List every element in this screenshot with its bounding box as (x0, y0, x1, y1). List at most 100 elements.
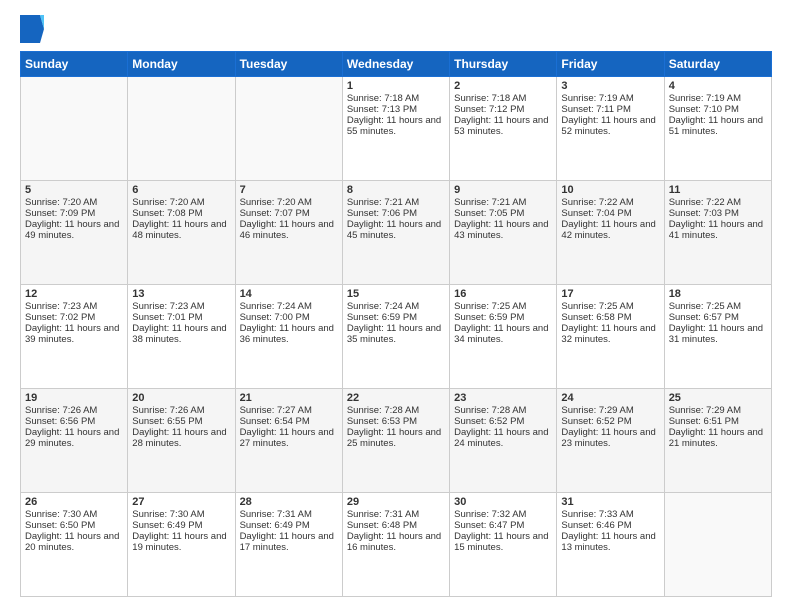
day-number: 5 (25, 184, 123, 196)
sunset-text: Sunset: 6:47 PM (454, 520, 524, 531)
daylight-text: Daylight: 11 hours and 53 minutes. (454, 115, 548, 137)
day-number: 3 (561, 80, 659, 92)
calendar-cell (21, 77, 128, 181)
day-number: 18 (669, 288, 767, 300)
sunset-text: Sunset: 6:59 PM (454, 312, 524, 323)
calendar-header-wednesday: Wednesday (342, 52, 449, 77)
daylight-text: Daylight: 11 hours and 31 minutes. (669, 323, 763, 345)
day-number: 26 (25, 496, 123, 508)
sunrise-text: Sunrise: 7:28 AM (347, 405, 419, 416)
calendar-cell: 3Sunrise: 7:19 AMSunset: 7:11 PMDaylight… (557, 77, 664, 181)
daylight-text: Daylight: 11 hours and 45 minutes. (347, 219, 441, 241)
day-number: 23 (454, 392, 552, 404)
logo (20, 15, 46, 43)
sunrise-text: Sunrise: 7:22 AM (561, 197, 633, 208)
day-number: 6 (132, 184, 230, 196)
day-number: 1 (347, 80, 445, 92)
calendar-cell: 15Sunrise: 7:24 AMSunset: 6:59 PMDayligh… (342, 285, 449, 389)
day-number: 7 (240, 184, 338, 196)
daylight-text: Daylight: 11 hours and 55 minutes. (347, 115, 441, 137)
sunset-text: Sunset: 7:03 PM (669, 208, 739, 219)
sunset-text: Sunset: 7:09 PM (25, 208, 95, 219)
calendar-week-row: 1Sunrise: 7:18 AMSunset: 7:13 PMDaylight… (21, 77, 772, 181)
sunset-text: Sunset: 6:57 PM (669, 312, 739, 323)
sunrise-text: Sunrise: 7:27 AM (240, 405, 312, 416)
sunset-text: Sunset: 7:05 PM (454, 208, 524, 219)
daylight-text: Daylight: 11 hours and 20 minutes. (25, 531, 119, 553)
daylight-text: Daylight: 11 hours and 15 minutes. (454, 531, 548, 553)
calendar-week-row: 26Sunrise: 7:30 AMSunset: 6:50 PMDayligh… (21, 493, 772, 597)
calendar-cell: 22Sunrise: 7:28 AMSunset: 6:53 PMDayligh… (342, 389, 449, 493)
sunrise-text: Sunrise: 7:18 AM (347, 93, 419, 104)
calendar-header-tuesday: Tuesday (235, 52, 342, 77)
sunrise-text: Sunrise: 7:19 AM (669, 93, 741, 104)
logo-icon (20, 15, 44, 43)
calendar-cell: 6Sunrise: 7:20 AMSunset: 7:08 PMDaylight… (128, 181, 235, 285)
sunset-text: Sunset: 6:52 PM (454, 416, 524, 427)
day-number: 19 (25, 392, 123, 404)
day-number: 31 (561, 496, 659, 508)
sunrise-text: Sunrise: 7:31 AM (347, 509, 419, 520)
sunset-text: Sunset: 7:06 PM (347, 208, 417, 219)
calendar-cell: 2Sunrise: 7:18 AMSunset: 7:12 PMDaylight… (450, 77, 557, 181)
sunset-text: Sunset: 7:00 PM (240, 312, 310, 323)
calendar-cell: 17Sunrise: 7:25 AMSunset: 6:58 PMDayligh… (557, 285, 664, 389)
sunset-text: Sunset: 6:53 PM (347, 416, 417, 427)
calendar-cell: 19Sunrise: 7:26 AMSunset: 6:56 PMDayligh… (21, 389, 128, 493)
sunrise-text: Sunrise: 7:18 AM (454, 93, 526, 104)
calendar-header-saturday: Saturday (664, 52, 771, 77)
sunrise-text: Sunrise: 7:33 AM (561, 509, 633, 520)
day-number: 17 (561, 288, 659, 300)
calendar-cell: 18Sunrise: 7:25 AMSunset: 6:57 PMDayligh… (664, 285, 771, 389)
daylight-text: Daylight: 11 hours and 34 minutes. (454, 323, 548, 345)
sunset-text: Sunset: 7:04 PM (561, 208, 631, 219)
sunrise-text: Sunrise: 7:25 AM (561, 301, 633, 312)
day-number: 21 (240, 392, 338, 404)
day-number: 16 (454, 288, 552, 300)
sunrise-text: Sunrise: 7:20 AM (25, 197, 97, 208)
day-number: 12 (25, 288, 123, 300)
day-number: 20 (132, 392, 230, 404)
calendar-cell: 12Sunrise: 7:23 AMSunset: 7:02 PMDayligh… (21, 285, 128, 389)
calendar-header-monday: Monday (128, 52, 235, 77)
sunset-text: Sunset: 7:11 PM (561, 104, 631, 115)
sunrise-text: Sunrise: 7:29 AM (561, 405, 633, 416)
calendar-cell: 28Sunrise: 7:31 AMSunset: 6:49 PMDayligh… (235, 493, 342, 597)
daylight-text: Daylight: 11 hours and 41 minutes. (669, 219, 763, 241)
header (20, 15, 772, 43)
daylight-text: Daylight: 11 hours and 32 minutes. (561, 323, 655, 345)
calendar-week-row: 5Sunrise: 7:20 AMSunset: 7:09 PMDaylight… (21, 181, 772, 285)
calendar-header-friday: Friday (557, 52, 664, 77)
calendar-header-sunday: Sunday (21, 52, 128, 77)
sunrise-text: Sunrise: 7:24 AM (347, 301, 419, 312)
sunset-text: Sunset: 6:49 PM (132, 520, 202, 531)
calendar-cell (235, 77, 342, 181)
calendar-cell: 25Sunrise: 7:29 AMSunset: 6:51 PMDayligh… (664, 389, 771, 493)
calendar-cell: 27Sunrise: 7:30 AMSunset: 6:49 PMDayligh… (128, 493, 235, 597)
daylight-text: Daylight: 11 hours and 51 minutes. (669, 115, 763, 137)
calendar-header-thursday: Thursday (450, 52, 557, 77)
calendar-cell: 30Sunrise: 7:32 AMSunset: 6:47 PMDayligh… (450, 493, 557, 597)
calendar-cell (664, 493, 771, 597)
calendar-week-row: 12Sunrise: 7:23 AMSunset: 7:02 PMDayligh… (21, 285, 772, 389)
calendar-cell: 16Sunrise: 7:25 AMSunset: 6:59 PMDayligh… (450, 285, 557, 389)
daylight-text: Daylight: 11 hours and 48 minutes. (132, 219, 226, 241)
day-number: 9 (454, 184, 552, 196)
day-number: 30 (454, 496, 552, 508)
calendar-page: SundayMondayTuesdayWednesdayThursdayFrid… (0, 0, 792, 612)
sunset-text: Sunset: 7:13 PM (347, 104, 417, 115)
sunset-text: Sunset: 7:12 PM (454, 104, 524, 115)
daylight-text: Daylight: 11 hours and 49 minutes. (25, 219, 119, 241)
sunset-text: Sunset: 6:54 PM (240, 416, 310, 427)
sunrise-text: Sunrise: 7:32 AM (454, 509, 526, 520)
calendar-cell: 20Sunrise: 7:26 AMSunset: 6:55 PMDayligh… (128, 389, 235, 493)
calendar-cell: 13Sunrise: 7:23 AMSunset: 7:01 PMDayligh… (128, 285, 235, 389)
sunrise-text: Sunrise: 7:20 AM (132, 197, 204, 208)
daylight-text: Daylight: 11 hours and 27 minutes. (240, 427, 334, 449)
sunset-text: Sunset: 7:07 PM (240, 208, 310, 219)
sunrise-text: Sunrise: 7:23 AM (25, 301, 97, 312)
day-number: 24 (561, 392, 659, 404)
daylight-text: Daylight: 11 hours and 13 minutes. (561, 531, 655, 553)
sunrise-text: Sunrise: 7:29 AM (669, 405, 741, 416)
sunrise-text: Sunrise: 7:26 AM (25, 405, 97, 416)
